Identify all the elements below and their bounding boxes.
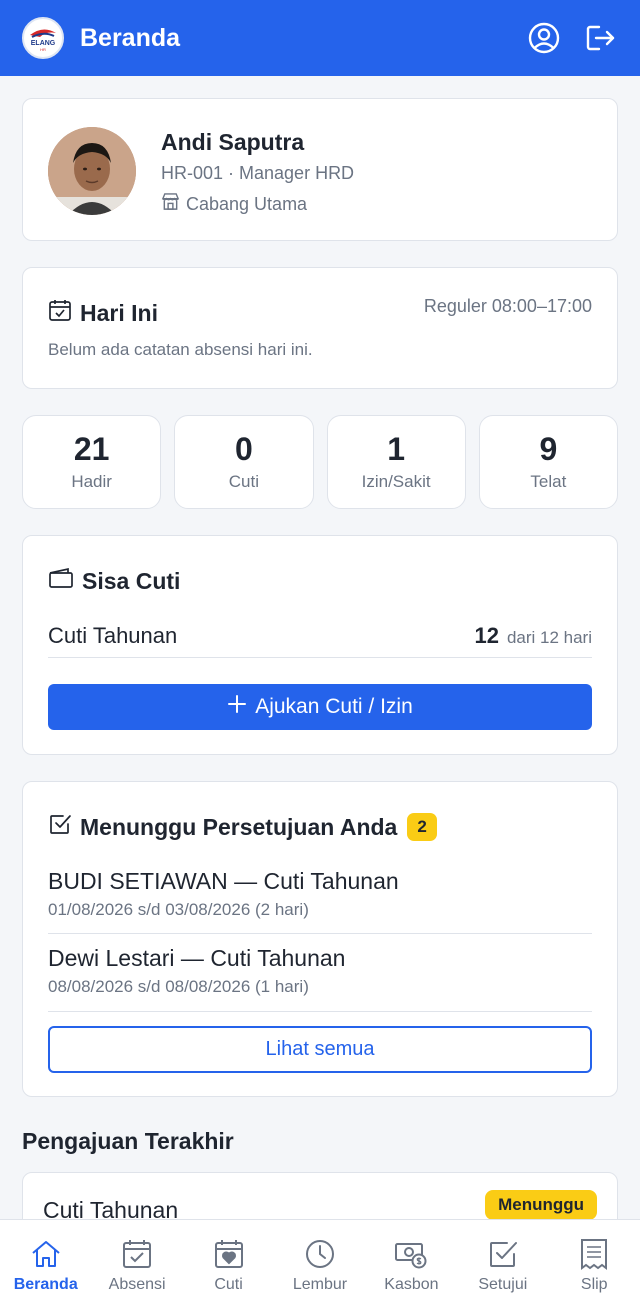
logo-text: ELANG: [31, 40, 56, 47]
approval-item-dates: 08/08/2026 s/d 08/08/2026 (1 hari): [48, 977, 309, 996]
checkbox-icon: [486, 1237, 520, 1271]
pending-approval-card: Menunggu Persetujuan Anda 2 BUDI SETIAWA…: [22, 781, 618, 1097]
checkbox-icon: [48, 812, 72, 842]
nav-item-beranda[interactable]: Beranda: [0, 1220, 91, 1310]
leave-title: Sisa Cuti: [82, 567, 181, 594]
attendance-note: Belum ada catatan absensi hari ini.: [48, 340, 313, 359]
stat-label: Telat: [530, 471, 567, 491]
logout-icon[interactable]: [582, 20, 618, 56]
stat-value: 0: [234, 431, 253, 468]
store-icon: [161, 192, 180, 216]
logo-subtext: HR: [40, 47, 46, 52]
today-card: Hari Ini Reguler 08:00–17:00 Belum ada c…: [22, 267, 618, 389]
cash-icon: [394, 1237, 428, 1271]
leave-row: Cuti Tahunan 12 dari 12 hari: [48, 618, 592, 658]
employee-meta: HR-001 · Manager HRD: [161, 163, 355, 183]
today-heading: Hari Ini: [48, 298, 158, 328]
request-leave-button[interactable]: Ajukan Cuti / Izin: [48, 684, 592, 730]
approval-item-title: Dewi Lestari — Cuti Tahunan: [48, 945, 346, 971]
shift-label: Reguler 08:00–17:00: [423, 296, 592, 316]
plus-icon: [227, 694, 247, 720]
profile-icon[interactable]: [526, 20, 562, 56]
calendar-check-icon: [120, 1237, 154, 1271]
stat-hadir: 21 Hadir: [22, 415, 162, 509]
stat-value: 21: [73, 431, 110, 468]
company-logo: ELANG HR: [22, 17, 64, 59]
stat-value: 1: [387, 431, 406, 468]
leave-total: dari 12 hari: [506, 627, 592, 647]
clock-icon: [303, 1237, 337, 1271]
nav-item-cuti[interactable]: Cuti: [183, 1220, 274, 1310]
nav-item-slip[interactable]: Slip: [549, 1220, 640, 1310]
nav-label: Lembur: [292, 1275, 348, 1293]
nav-label: Absensi: [108, 1275, 166, 1293]
receipt-icon: [577, 1237, 611, 1271]
branch-label: Cabang Utama: [186, 193, 308, 214]
nav-label: Setujui: [478, 1275, 528, 1293]
nav-item-absensi[interactable]: Absensi: [91, 1220, 182, 1310]
avatar: [48, 127, 136, 215]
calendar-heart-icon: [212, 1237, 246, 1271]
stat-label: Cuti: [228, 471, 259, 491]
employee-name: Andi Saputra: [161, 129, 305, 155]
list-item[interactable]: Dewi Lestari — Cuti Tahunan 08/08/2026 s…: [48, 945, 592, 1012]
request-leave-label: Ajukan Cuti / Izin: [255, 695, 413, 718]
stat-telat: 9 Telat: [478, 415, 618, 509]
app-bar: ELANG HR Beranda: [0, 0, 640, 76]
nav-label: Kasbon: [384, 1275, 439, 1293]
leave-balance-card: Sisa Cuti Cuti Tahunan 12 dari 12 hari A…: [22, 535, 618, 755]
leave-remaining: 12: [474, 622, 499, 648]
list-item[interactable]: BUDI SETIAWAN — Cuti Tahunan 01/08/2026 …: [48, 868, 592, 934]
approval-item-title: BUDI SETIAWAN — Cuti Tahunan: [48, 868, 399, 894]
page-title: Beranda: [80, 23, 181, 52]
attendance-stats: 21 Hadir 0 Cuti 1 Izin/Sakit 9 Telat: [22, 415, 618, 509]
view-all-button[interactable]: Lihat semua: [48, 1026, 592, 1073]
today-title: Hari Ini: [80, 299, 158, 326]
stat-label: Hadir: [71, 471, 112, 491]
profile-card: Andi Saputra HR-001 · Manager HRD Cabang…: [22, 98, 618, 241]
stat-value: 9: [539, 431, 558, 468]
calendar-check-icon: [48, 298, 72, 328]
nav-label: Cuti: [214, 1275, 243, 1293]
nav-item-lembur[interactable]: Lembur: [274, 1220, 365, 1310]
approval-title: Menunggu Persetujuan Anda: [80, 813, 398, 840]
nav-label: Slip: [580, 1275, 608, 1293]
recent-section-title: Pengajuan Terakhir: [22, 1128, 234, 1154]
leave-heading: Sisa Cuti: [48, 566, 180, 596]
stat-izin-sakit: 1 Izin/Sakit: [326, 415, 466, 509]
wallet-icon: [48, 566, 74, 596]
approval-heading: Menunggu Persetujuan Anda 2: [48, 812, 437, 842]
bottom-nav: Beranda Absensi Cuti Lembur Kasbon Setuj…: [0, 1219, 640, 1310]
stat-cuti: 0 Cuti: [174, 415, 314, 509]
approval-count-badge: 2: [407, 813, 437, 841]
home-icon: [29, 1237, 63, 1271]
approval-item-dates: 01/08/2026 s/d 03/08/2026 (2 hari): [48, 900, 309, 919]
leave-count: 12 dari 12 hari: [474, 623, 592, 649]
status-badge: Menunggu: [485, 1190, 597, 1220]
leave-type: Cuti Tahunan: [48, 622, 178, 648]
nav-item-setujui[interactable]: Setujui: [457, 1220, 548, 1310]
nav-item-kasbon[interactable]: Kasbon: [366, 1220, 457, 1310]
stat-label: Izin/Sakit: [361, 471, 431, 491]
employee-branch: Cabang Utama: [161, 192, 307, 216]
nav-label: Beranda: [13, 1275, 78, 1293]
